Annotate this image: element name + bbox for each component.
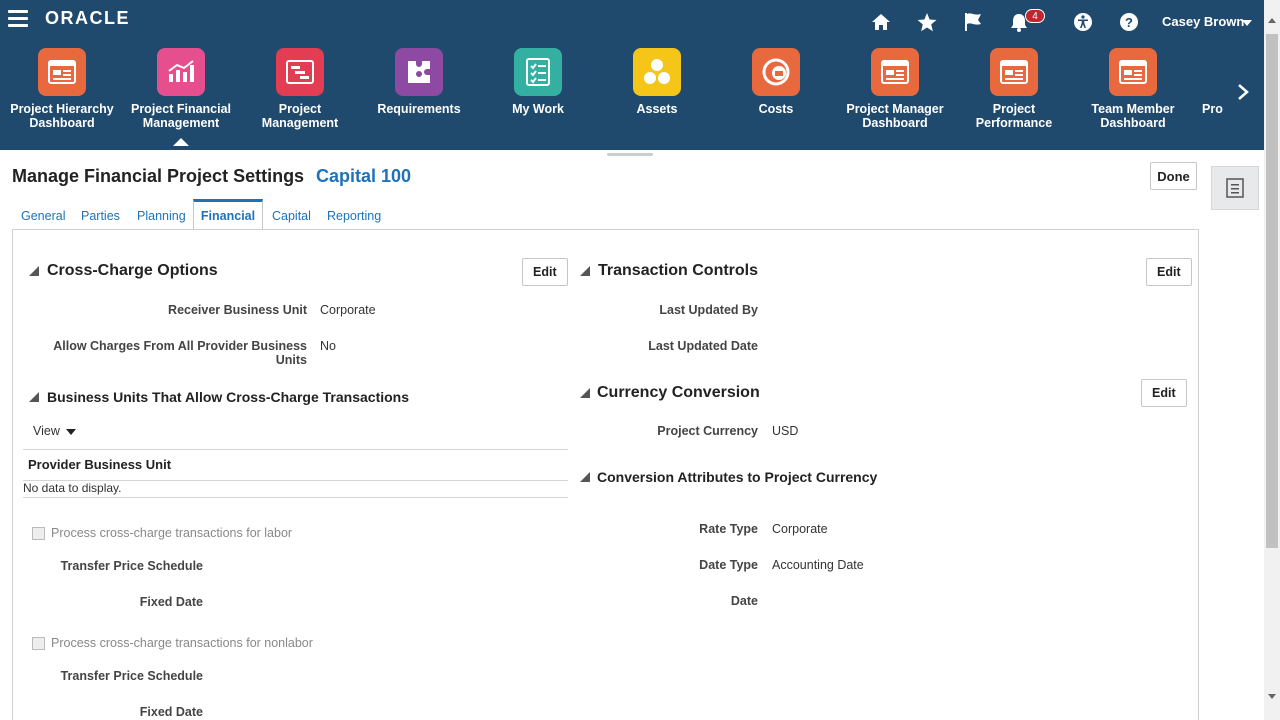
last-updated-date-label: Last Updated Date — [648, 339, 758, 353]
date-label: Date — [730, 594, 758, 608]
table-top-border — [23, 449, 568, 450]
conversion-attributes-header: Conversion Attributes to Project Currenc… — [597, 469, 878, 485]
no-data-message: No data to display. — [23, 481, 122, 495]
tile-my-work[interactable]: My Work — [482, 48, 594, 130]
allow-all-providers-value: No — [320, 339, 336, 353]
tab-reporting[interactable]: Reporting — [327, 199, 381, 230]
scroll-thumb[interactable] — [1266, 34, 1278, 548]
scroll-down-arrow-icon[interactable] — [1268, 694, 1276, 699]
help-icon[interactable]: ? — [1118, 11, 1140, 33]
tab-capital[interactable]: Capital — [272, 199, 311, 230]
receiver-bu-value: Corporate — [320, 303, 376, 317]
bar-chart-icon — [157, 48, 205, 96]
springboard-next-chevron-right-icon[interactable] — [1236, 83, 1250, 101]
dashboard-icon — [38, 48, 86, 96]
tab-general[interactable]: General — [21, 199, 65, 230]
dashboard-icon — [990, 48, 1038, 96]
tab-planning[interactable]: Planning — [137, 199, 186, 230]
tile-costs[interactable]: Costs — [720, 48, 832, 130]
cross-charge-options-header: Cross-Charge Options — [47, 262, 218, 279]
collapse-triangle-icon[interactable] — [29, 392, 39, 402]
tile-project-financial-management[interactable]: Project Financial Management — [125, 48, 237, 146]
nonlabor-transfer-price-label: Transfer Price Schedule — [60, 669, 203, 683]
nonlabor-fixed-date-label: Fixed Date — [139, 705, 203, 719]
page-scrollbar[interactable] — [1264, 0, 1280, 720]
tab-financial[interactable]: Financial — [193, 199, 263, 230]
favorites-star-icon[interactable] — [916, 11, 938, 33]
receiver-bu-label: Receiver Business Unit — [168, 303, 307, 317]
notification-count-badge: 4 — [1025, 9, 1045, 23]
done-button[interactable]: Done — [1150, 162, 1197, 190]
global-header: ORACLE 4 ? Casey Brown Project Hierarchy… — [0, 0, 1264, 150]
bu-cross-charge-header: Business Units That Allow Cross-Charge T… — [47, 389, 410, 405]
nonlabor-checkbox-label: Process cross-charge transactions for no… — [51, 636, 313, 650]
transaction-controls-header: Transaction Controls — [598, 262, 759, 279]
user-menu[interactable]: Casey Brown — [1162, 14, 1244, 29]
user-menu-chevron-down-icon[interactable] — [1242, 20, 1252, 26]
project-name: Capital 100 — [316, 166, 412, 186]
provider-bu-column-header[interactable]: Provider Business Unit — [28, 457, 171, 472]
puzzle-icon — [395, 48, 443, 96]
currency-conversion-header: Currency Conversion — [597, 384, 760, 401]
cross-charge-edit-button[interactable]: Edit — [522, 258, 568, 286]
svg-text:?: ? — [1125, 15, 1133, 30]
gantt-icon — [276, 48, 324, 96]
tile-project-manager-dashboard[interactable]: Project Manager Dashboard — [839, 48, 951, 130]
table-bottom-border — [23, 497, 568, 498]
date-type-value: Accounting Date — [772, 558, 864, 572]
tile-project-management[interactable]: Project Management — [244, 48, 356, 130]
tile-partial[interactable]: Pro — [1196, 48, 1226, 130]
home-icon[interactable] — [870, 11, 892, 33]
nonlabor-checkbox[interactable] — [32, 637, 45, 650]
tile-assets[interactable]: Assets — [601, 48, 713, 130]
allow-all-providers-label: Allow Charges From All Provider Business… — [53, 339, 307, 367]
oracle-logo[interactable]: ORACLE — [45, 8, 130, 29]
rate-type-label: Rate Type — [699, 522, 758, 536]
date-type-label: Date Type — [699, 558, 758, 572]
labor-checkbox[interactable] — [32, 527, 45, 540]
assets-icon — [633, 48, 681, 96]
collapse-triangle-icon[interactable] — [580, 388, 590, 398]
side-panel-tasks-button[interactable] — [1211, 166, 1259, 210]
springboard-collapse-handle[interactable] — [607, 153, 653, 156]
menu-icon[interactable] — [8, 10, 28, 28]
page-title: Manage Financial Project Settings — [12, 166, 305, 186]
view-menu-chevron-down-icon[interactable] — [66, 429, 76, 435]
transaction-controls-edit-button[interactable]: Edit — [1146, 258, 1192, 286]
view-menu[interactable]: View — [33, 424, 60, 438]
project-currency-value: USD — [772, 424, 799, 438]
tile-requirements[interactable]: Requirements — [363, 48, 475, 130]
rate-type-value: Corporate — [772, 522, 828, 536]
dashboard-icon — [871, 48, 919, 96]
costs-icon — [752, 48, 800, 96]
currency-conversion-edit-button[interactable]: Edit — [1141, 379, 1187, 407]
accessibility-icon[interactable] — [1072, 11, 1094, 33]
tasks-list-icon — [1226, 178, 1244, 198]
last-updated-by-label: Last Updated By — [659, 303, 758, 317]
tile-project-performance-dashboard[interactable]: Project Performance Dashboard — [958, 48, 1070, 130]
dashboard-icon — [1109, 48, 1157, 96]
tab-parties[interactable]: Parties — [81, 199, 120, 230]
tile-team-member-dashboard[interactable]: Team Member Dashboard — [1077, 48, 1189, 130]
watchlist-flag-icon[interactable] — [962, 11, 984, 33]
project-currency-label: Project Currency — [657, 424, 758, 438]
labor-checkbox-label: Process cross-charge transactions for la… — [51, 526, 293, 540]
labor-fixed-date-label: Fixed Date — [139, 595, 203, 609]
tile-project-hierarchy-dashboard[interactable]: Project Hierarchy Dashboard — [6, 48, 118, 130]
collapse-triangle-icon[interactable] — [29, 266, 39, 276]
collapse-triangle-icon[interactable] — [580, 266, 590, 276]
scroll-up-arrow-icon[interactable] — [1268, 18, 1276, 23]
checklist-icon — [514, 48, 562, 96]
collapse-triangle-icon[interactable] — [580, 472, 590, 482]
labor-transfer-price-label: Transfer Price Schedule — [60, 559, 203, 573]
